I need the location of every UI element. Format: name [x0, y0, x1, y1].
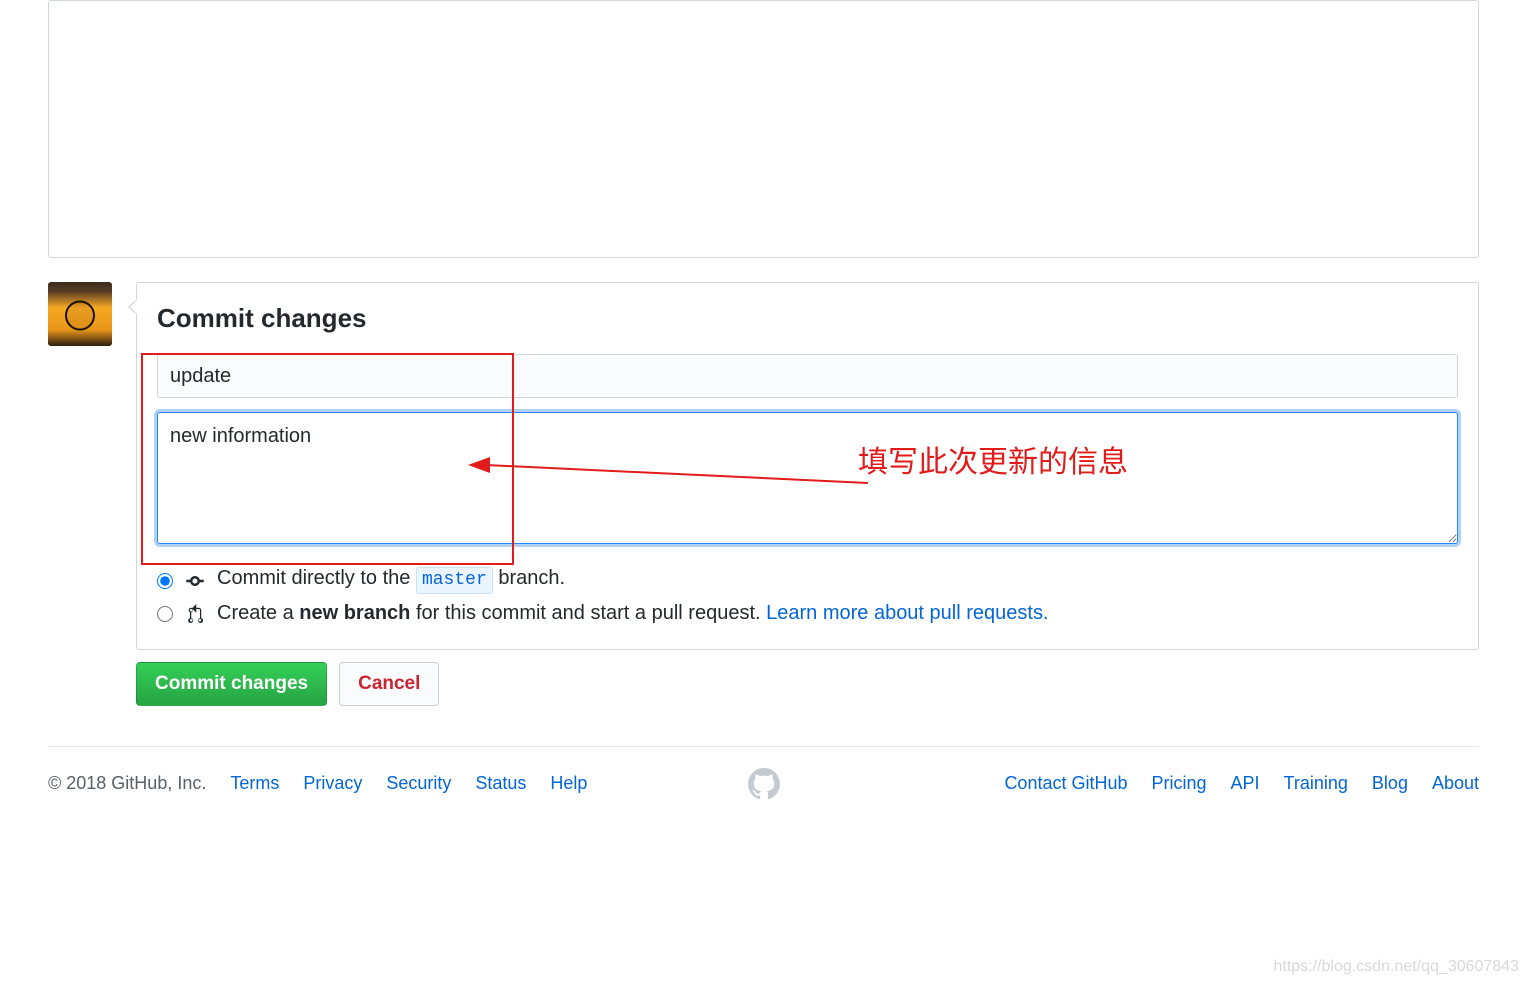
footer: © 2018 GitHub, Inc. Terms Privacy Securi… — [48, 773, 1479, 822]
footer-copyright: © 2018 GitHub, Inc. — [48, 773, 206, 794]
git-commit-icon — [185, 571, 205, 591]
learn-pull-requests-link[interactable]: Learn more about pull requests. — [766, 602, 1048, 624]
footer-link-help[interactable]: Help — [550, 773, 587, 794]
commit-radio-newbranch-input[interactable] — [157, 606, 173, 622]
footer-link-pricing[interactable]: Pricing — [1152, 773, 1207, 794]
commit-radio-newbranch[interactable]: Create a new branch for this commit and … — [157, 602, 1458, 625]
commit-radio-direct-label: Commit directly to the master branch. — [217, 567, 565, 594]
commit-form: Commit changes Commit directly to the ma… — [136, 282, 1479, 650]
commit-actions: Commit changes Cancel — [136, 662, 1479, 706]
cancel-button[interactable]: Cancel — [339, 662, 439, 706]
footer-link-about[interactable]: About — [1432, 773, 1479, 794]
commit-heading: Commit changes — [157, 303, 1458, 334]
footer-divider — [48, 746, 1479, 747]
avatar[interactable] — [48, 282, 112, 346]
footer-link-contact[interactable]: Contact GitHub — [1004, 773, 1127, 794]
footer-link-privacy[interactable]: Privacy — [303, 773, 362, 794]
commit-section: Commit changes Commit directly to the ma… — [48, 282, 1479, 650]
branch-pill: master — [416, 567, 493, 594]
commit-radio-direct[interactable]: Commit directly to the master branch. — [157, 567, 1458, 594]
commit-radio-newbranch-label: Create a new branch for this commit and … — [217, 602, 1049, 625]
footer-link-blog[interactable]: Blog — [1372, 773, 1408, 794]
footer-link-terms[interactable]: Terms — [230, 773, 279, 794]
watermark-text: https://blog.csdn.net/qq_30607843 — [1273, 958, 1519, 976]
footer-link-security[interactable]: Security — [386, 773, 451, 794]
commit-radio-direct-input[interactable] — [157, 573, 173, 589]
commit-changes-button[interactable]: Commit changes — [136, 662, 327, 706]
footer-link-status[interactable]: Status — [475, 773, 526, 794]
file-editor-panel[interactable] — [48, 0, 1479, 258]
footer-link-api[interactable]: API — [1231, 773, 1260, 794]
commit-description-input[interactable] — [157, 412, 1458, 544]
commit-summary-input[interactable] — [157, 354, 1458, 398]
github-mark-icon[interactable] — [748, 768, 780, 800]
footer-link-training[interactable]: Training — [1284, 773, 1348, 794]
git-pull-request-icon — [185, 604, 205, 624]
